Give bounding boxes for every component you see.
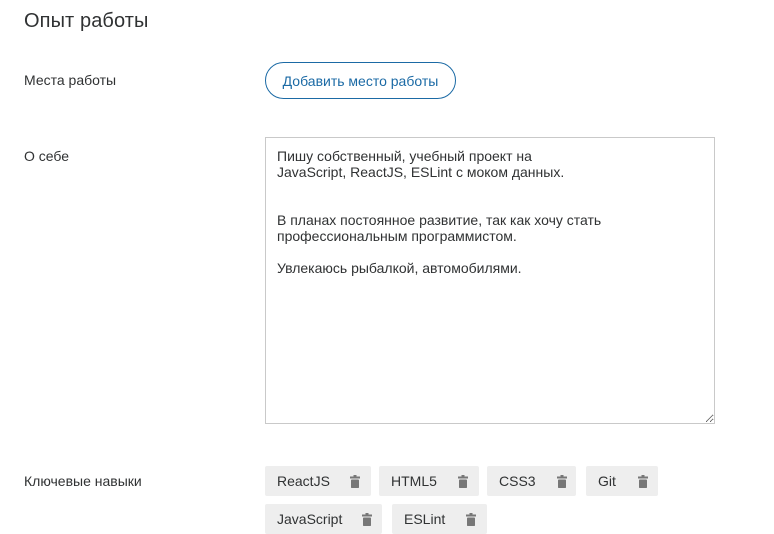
skill-label: HTML5	[391, 473, 437, 489]
skill-chip: ReactJS	[265, 466, 371, 496]
trash-icon[interactable]	[350, 475, 360, 488]
workplaces-label: Места работы	[24, 72, 117, 88]
skill-label: JavaScript	[277, 511, 343, 527]
about-textarea[interactable]	[265, 137, 715, 424]
trash-icon[interactable]	[557, 475, 567, 488]
skill-chip: JavaScript	[265, 504, 382, 534]
section-title: Опыт работы	[24, 10, 149, 32]
skill-label: CSS3	[499, 473, 536, 489]
skill-label: Git	[598, 473, 616, 489]
trash-icon[interactable]	[362, 513, 372, 526]
skill-label: ESLint	[404, 511, 446, 527]
trash-icon[interactable]	[466, 513, 476, 526]
skills-label: Ключевые навыки	[24, 473, 142, 489]
skill-chip: CSS3	[487, 466, 576, 496]
trash-icon[interactable]	[638, 475, 648, 488]
add-workplace-button[interactable]: Добавить место работы	[265, 62, 456, 99]
skill-chip: Git	[586, 466, 658, 496]
skill-label: ReactJS	[277, 473, 330, 489]
skill-chip: ESLint	[392, 504, 487, 534]
skill-chip: HTML5	[379, 466, 479, 496]
trash-icon[interactable]	[458, 475, 468, 488]
about-label: О себе	[24, 148, 70, 164]
